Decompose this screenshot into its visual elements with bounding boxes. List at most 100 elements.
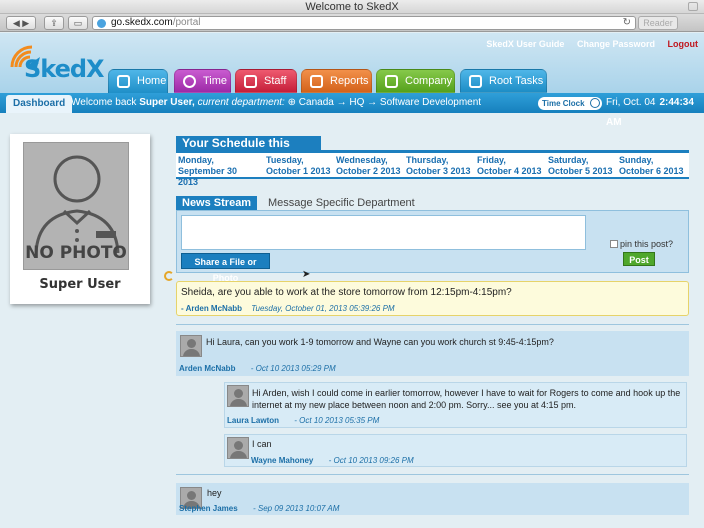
schedule-day[interactable]: Tuesday, October 1 2013: [266, 155, 336, 177]
current-user: Super User,: [139, 97, 195, 108]
avatar[interactable]: [227, 437, 249, 459]
clock-icon: [183, 75, 196, 88]
browser-toolbar: ◀ ▶ ⇪ ▭ go.skedx.com/portal ↻ Reader: [0, 14, 704, 32]
profile-card: NO PHOTO Super User: [10, 134, 150, 304]
back-forward-buttons[interactable]: ◀ ▶: [6, 16, 36, 30]
post-author[interactable]: Stephen James: [179, 504, 238, 513]
reply-author[interactable]: Wayne Mahoney: [251, 456, 313, 465]
pinned-text: Sheida, are you able to work at the stor…: [181, 287, 512, 298]
schedule-day[interactable]: Wednesday, October 2 2013: [336, 155, 406, 177]
department-label: current department:: [197, 97, 285, 108]
person-icon: [244, 75, 257, 88]
sidebar-icon[interactable]: ▭: [68, 16, 88, 30]
address-bar[interactable]: go.skedx.com/portal ↻: [92, 16, 636, 30]
app-header: SkedX SkedX User Guide Change Password L…: [0, 33, 704, 95]
reply-post: Hi Arden, wish I could come in earlier t…: [224, 382, 687, 428]
day-date: September 30 2013: [178, 166, 238, 187]
schedule-title: Your Schedule this Week: [176, 136, 321, 165]
reply-text: I can: [252, 439, 272, 449]
tasks-icon: [469, 75, 482, 88]
schedule-day[interactable]: Monday, September 30 2013: [178, 155, 248, 188]
share-icon[interactable]: ⇪: [44, 16, 64, 30]
fullscreen-icon[interactable]: [688, 2, 698, 11]
divider: [176, 324, 689, 325]
tab-home[interactable]: Home: [108, 69, 168, 95]
post-meta: Arden McNabb - Oct 10 2013 05:29 PM: [179, 362, 336, 374]
tab-reports[interactable]: Reports: [301, 69, 372, 93]
post-author[interactable]: Arden McNabb: [179, 364, 235, 373]
department-path[interactable]: Canada → HQ → Software Development: [299, 97, 481, 108]
day-name: Wednesday,: [336, 155, 388, 165]
url-domain: go.skedx.com: [111, 17, 173, 28]
post-text: hey: [207, 488, 222, 498]
no-photo-label: NO PHOTO: [25, 243, 127, 263]
profile-photo[interactable]: NO PHOTO: [23, 142, 129, 270]
top-links: SkedX User Guide Change Password Logout: [476, 39, 698, 49]
tab-company[interactable]: Company: [376, 69, 455, 93]
post-timestamp: - Sep 09 2013 10:07 AM: [252, 504, 340, 513]
pinned-meta: - Arden McNabb Tuesday, October 01, 2013…: [181, 302, 395, 314]
profile-name: Super User: [39, 277, 121, 292]
clock-icon: [590, 98, 600, 108]
tab-company-label: Company: [405, 75, 453, 87]
skedx-logo[interactable]: SkedX: [6, 37, 106, 89]
day-date: October 1 2013: [266, 166, 331, 176]
logout-link[interactable]: Logout: [668, 39, 699, 49]
tab-root-tasks[interactable]: Root Tasks: [460, 69, 547, 93]
tab-news-stream[interactable]: News Stream: [176, 196, 258, 211]
reply-text: Hi Arden, wish I could come in earlier t…: [252, 388, 681, 410]
schedule-day[interactable]: Friday, October 4 2013: [477, 155, 547, 177]
tab-time-label: Time: [203, 75, 228, 87]
tab-message-department[interactable]: Message Specific Department: [268, 196, 415, 211]
pinned-author[interactable]: - Arden McNabb: [181, 304, 242, 313]
window-title: Welcome to SkedX: [305, 1, 399, 13]
reply-post: I can Wayne Mahoney - Oct 10 2013 09:26 …: [224, 434, 687, 467]
divider: [176, 474, 689, 475]
change-password-link[interactable]: Change Password: [577, 39, 655, 49]
pinned-timestamp: Tuesday, October 01, 2013 05:39:26 PM: [251, 304, 395, 313]
dashboard-button[interactable]: Dashboard: [6, 95, 73, 113]
tab-staff[interactable]: Staff: [235, 69, 297, 93]
tab-root-tasks-label: Root Tasks: [489, 75, 544, 87]
avatar[interactable]: [227, 385, 249, 407]
user-guide-link[interactable]: SkedX User Guide: [486, 39, 564, 49]
day-date: October 4 2013: [477, 166, 542, 176]
globe-icon: ⊕: [287, 97, 296, 108]
mouse-cursor-icon: ➤: [302, 269, 311, 280]
schedule-week: Monday, September 30 2013 Tuesday, October…: [176, 150, 689, 187]
day-date: October 3 2013: [406, 166, 471, 176]
reply-timestamp: - Oct 10 2013 05:35 PM: [294, 416, 380, 425]
pinned-icon: [164, 271, 174, 281]
schedule-day[interactable]: Thursday, October 3 2013: [406, 155, 476, 177]
welcome-prefix: Welcome back: [71, 97, 137, 108]
pin-post-option[interactable]: pin this post?: [610, 239, 673, 249]
schedule-day[interactable]: Saturday, October 5 2013: [548, 155, 618, 177]
reply-meta: Laura Lawton - Oct 10 2013 05:35 PM: [227, 414, 379, 426]
reader-button[interactable]: Reader: [638, 16, 678, 30]
welcome-message: Welcome back Super User, current departm…: [71, 93, 481, 113]
day-name: Sunday,: [619, 155, 654, 165]
avatar[interactable]: [180, 335, 202, 357]
tab-time[interactable]: Time: [174, 69, 231, 93]
time-clock-button[interactable]: Time Clock: [538, 97, 602, 110]
share-file-button[interactable]: Share a File or Photo: [181, 253, 270, 283]
day-date: October 2 2013: [336, 166, 401, 176]
url-path: /portal: [172, 17, 201, 28]
post-textarea[interactable]: [181, 215, 586, 250]
post-composer: Share a File or Photo pin this post? Pos…: [176, 210, 689, 283]
reload-icon[interactable]: ↻: [623, 17, 631, 29]
post-button[interactable]: Post: [623, 252, 655, 266]
schedule-day[interactable]: Sunday, October 6 2013: [619, 155, 689, 177]
time-clock-label: Time Clock: [542, 99, 585, 108]
tab-reports-label: Reports: [330, 75, 369, 87]
post-text: Hi Laura, can you work 1-9 tomorrow and …: [206, 337, 554, 347]
reply-author[interactable]: Laura Lawton: [227, 416, 279, 425]
window-titlebar: Welcome to SkedX: [0, 0, 704, 14]
reply-timestamp: - Oct 10 2013 09:26 PM: [328, 456, 414, 465]
home-icon: [117, 75, 130, 88]
pinned-post: Sheida, are you able to work at the stor…: [176, 281, 689, 316]
current-date: Fri, Oct. 04: [606, 97, 656, 108]
pin-checkbox[interactable]: [610, 240, 618, 248]
day-name: Thursday,: [406, 155, 449, 165]
tab-home-label: Home: [137, 75, 167, 87]
